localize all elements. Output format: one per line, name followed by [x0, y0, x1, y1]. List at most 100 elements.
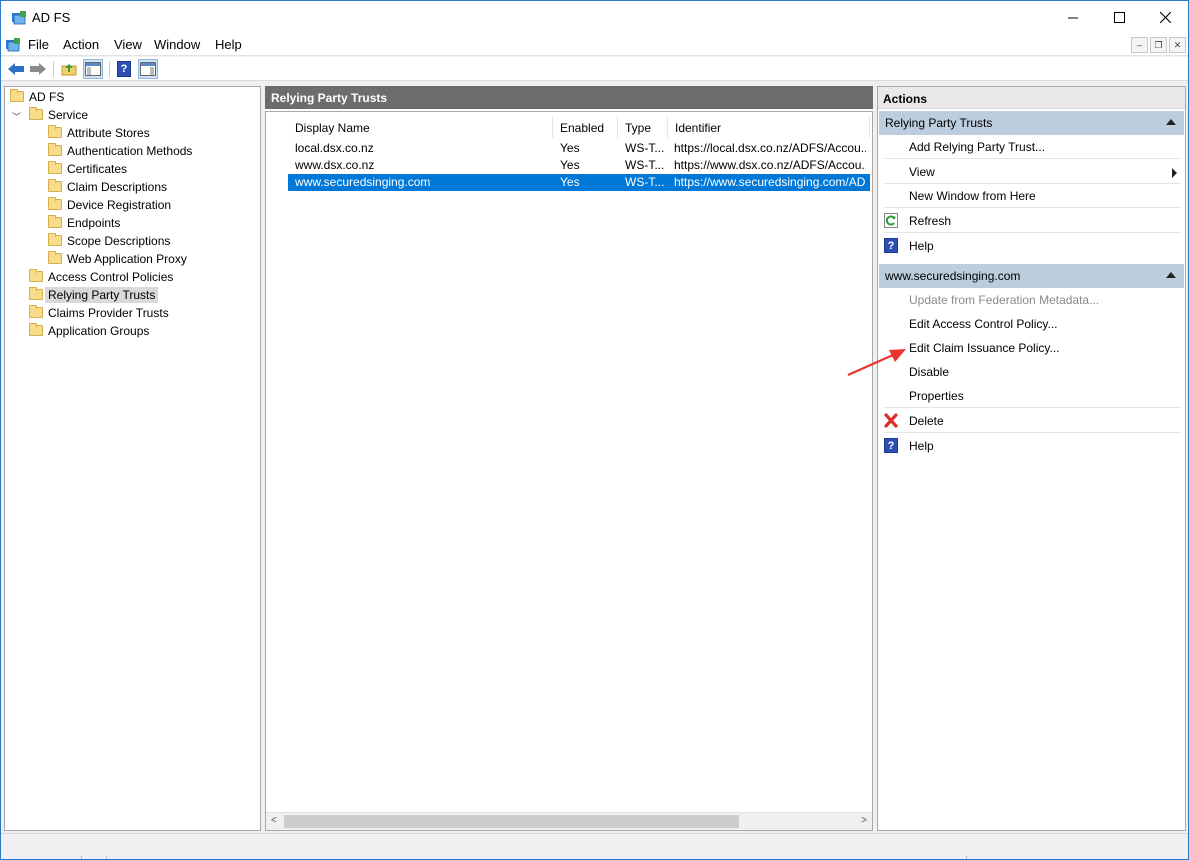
actions-pane-title: Actions — [878, 87, 1185, 109]
tree-node-label: Authentication Methods — [67, 143, 193, 158]
folder-icon — [48, 233, 62, 246]
action-update-from-federation-metadata[interactable]: Update from Federation Metadata... — [878, 288, 1185, 312]
up-one-level-button[interactable] — [59, 59, 79, 79]
action-add-relying-party-trust[interactable]: Add Relying Party Trust... — [878, 135, 1185, 159]
action-help[interactable]: ? Help — [878, 234, 1185, 258]
column-header-type[interactable]: Type — [618, 116, 668, 138]
action-label: Add Relying Party Trust... — [909, 140, 1046, 154]
cell-enabled: Yes — [560, 158, 580, 172]
collapse-caret-icon[interactable] — [1166, 272, 1176, 278]
tree-node-access-control-policies[interactable]: Access Control Policies — [29, 268, 173, 285]
console-tree: AD FS ﹀ Service Attribute Stores Authent… — [4, 86, 261, 831]
mdi-minimize-button[interactable]: – — [1131, 37, 1148, 53]
cell-enabled: Yes — [560, 141, 580, 155]
tree-node-web-application-proxy[interactable]: Web Application Proxy — [48, 250, 187, 267]
list-column-headers: Display Name Enabled Type Identifier — [288, 116, 872, 138]
folder-icon — [48, 161, 62, 174]
scroll-right-icon[interactable]: > — [861, 815, 867, 826]
actions-section-selected-item[interactable]: www.securedsinging.com — [879, 264, 1184, 288]
tree-node-endpoints[interactable]: Endpoints — [48, 214, 120, 231]
mdi-restore-button[interactable]: ❐ — [1150, 37, 1167, 53]
menu-view[interactable]: View — [114, 37, 142, 52]
maximize-icon — [1113, 12, 1125, 23]
collapse-caret-icon[interactable] — [1166, 119, 1176, 125]
action-label: Edit Claim Issuance Policy... — [909, 341, 1060, 355]
cell-display-name: www.securedsinging.com — [295, 175, 431, 189]
table-row[interactable]: local.dsx.co.nz Yes WS-T... https://loca… — [288, 140, 870, 157]
tree-node-root[interactable]: AD FS — [10, 88, 64, 105]
action-view[interactable]: View — [878, 160, 1185, 184]
action-label: Help — [909, 439, 934, 453]
scroll-left-icon[interactable]: < — [271, 815, 277, 826]
horizontal-scrollbar[interactable]: < > — [266, 812, 872, 830]
mdi-close-button[interactable]: ✕ — [1169, 37, 1186, 53]
action-edit-claim-issuance-policy[interactable]: Edit Claim Issuance Policy... — [878, 336, 1185, 360]
relying-party-list[interactable]: Display Name Enabled Type Identifier loc… — [265, 111, 873, 831]
action-properties[interactable]: Properties — [878, 384, 1185, 408]
tree-node-certificates[interactable]: Certificates — [48, 160, 127, 177]
folder-icon — [29, 269, 43, 282]
close-icon — [1159, 12, 1171, 23]
folder-icon — [48, 179, 62, 192]
adfs-window: AD FS File Action View Window Help – ❐ ✕ — [0, 0, 1189, 860]
show-hide-action-pane-icon — [140, 62, 156, 76]
show-hide-action-pane-button[interactable] — [138, 59, 158, 79]
tree-node-claim-descriptions[interactable]: Claim Descriptions — [48, 178, 167, 195]
minimize-button[interactable] — [1050, 1, 1096, 34]
show-hide-console-tree-button[interactable] — [83, 59, 103, 79]
section-header-label: www.securedsinging.com — [885, 269, 1021, 283]
menu-window[interactable]: Window — [154, 37, 200, 52]
tree-node-service[interactable]: Service — [29, 106, 88, 123]
tree-node-attribute-stores[interactable]: Attribute Stores — [48, 124, 150, 141]
action-delete[interactable]: Delete — [878, 409, 1185, 433]
tree-node-label: Device Registration — [67, 197, 172, 212]
folder-icon — [48, 125, 62, 138]
help-button[interactable]: ? — [114, 59, 134, 79]
delete-x-icon — [884, 413, 898, 428]
back-button[interactable] — [6, 59, 26, 79]
forward-button[interactable] — [28, 59, 48, 79]
scrollbar-thumb[interactable] — [284, 815, 739, 828]
menu-help[interactable]: Help — [215, 37, 242, 52]
action-label: Delete — [909, 414, 944, 428]
tree-node-claims-provider-trusts[interactable]: Claims Provider Trusts — [29, 304, 169, 321]
system-menu-icon[interactable] — [5, 37, 21, 53]
tree-node-label: Endpoints — [67, 215, 121, 230]
column-header-enabled[interactable]: Enabled — [553, 116, 618, 138]
tree-node-label: Web Application Proxy — [67, 251, 187, 266]
action-disable[interactable]: Disable — [878, 360, 1185, 384]
section-header-label: Relying Party Trusts — [885, 116, 993, 130]
tree-node-authentication-methods[interactable]: Authentication Methods — [48, 142, 192, 159]
column-header-display-name[interactable]: Display Name — [288, 116, 553, 138]
toolbar: ? — [1, 57, 1188, 81]
actions-section-relying-party-trusts[interactable]: Relying Party Trusts — [879, 111, 1184, 135]
tree-node-application-groups[interactable]: Application Groups — [29, 322, 149, 339]
close-button[interactable] — [1142, 1, 1188, 34]
table-row-selected[interactable]: www.securedsinging.com Yes WS-T... https… — [288, 174, 870, 191]
cell-display-name: local.dsx.co.nz — [295, 141, 374, 155]
action-help-item[interactable]: ? Help — [878, 434, 1185, 458]
tree-node-label: Attribute Stores — [67, 125, 150, 140]
menu-action[interactable]: Action — [63, 37, 99, 52]
menu-file[interactable]: File — [28, 37, 49, 52]
tree-node-scope-descriptions[interactable]: Scope Descriptions — [48, 232, 170, 249]
action-edit-access-control-policy[interactable]: Edit Access Control Policy... — [878, 312, 1185, 336]
cell-type: WS-T... — [625, 175, 665, 189]
table-row[interactable]: www.dsx.co.nz Yes WS-T... https://www.ds… — [288, 157, 870, 174]
status-bar — [1, 833, 1188, 859]
tree-node-relying-party-trusts[interactable]: Relying Party Trusts — [29, 286, 159, 303]
tree-node-label: Claims Provider Trusts — [48, 305, 169, 320]
collapse-chevron-icon[interactable]: ﹀ — [12, 110, 21, 123]
action-new-window-from-here[interactable]: New Window from Here — [878, 184, 1185, 208]
tree-node-device-registration[interactable]: Device Registration — [48, 196, 171, 213]
help-icon: ? — [117, 61, 131, 77]
title-bar: AD FS — [1, 1, 1188, 34]
tree-node-label: AD FS — [29, 89, 65, 104]
folder-icon — [29, 323, 43, 336]
back-icon — [8, 63, 24, 75]
column-header-identifier[interactable]: Identifier — [668, 116, 870, 138]
maximize-button[interactable] — [1096, 1, 1142, 34]
tree-node-label: Access Control Policies — [48, 269, 174, 284]
show-hide-tree-icon — [85, 62, 101, 76]
action-refresh[interactable]: Refresh — [878, 209, 1185, 233]
